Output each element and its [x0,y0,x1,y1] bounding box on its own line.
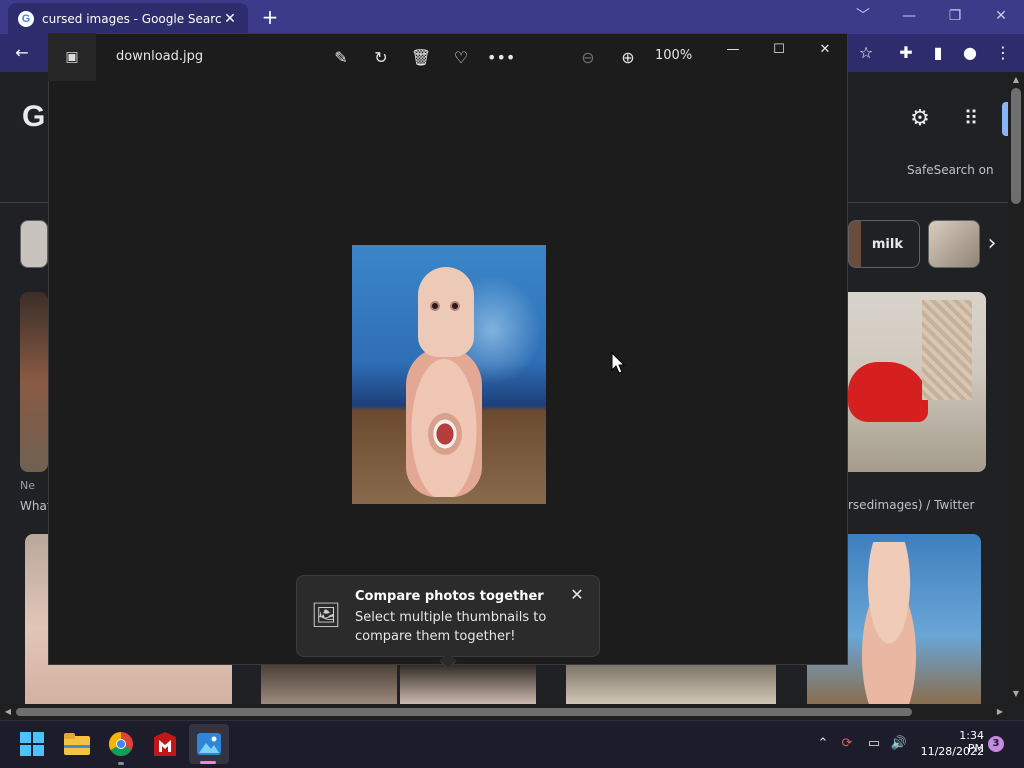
tab-close-icon[interactable]: ✕ [222,11,238,27]
scroll-up-arrow-icon[interactable]: ▲ [1008,72,1024,88]
viewer-close-button[interactable]: ✕ [802,38,848,62]
mouse-cursor-icon [611,352,625,374]
result-title[interactable]: rsedimages) / Twitter [848,498,974,512]
chrome-icon[interactable] [105,728,137,760]
browser-tab[interactable]: G cursed images - Google Search ✕ [8,3,248,34]
bookmark-star-icon[interactable]: ☆ [853,40,879,66]
tab-search-icon[interactable]: ﹀ [840,4,886,30]
restore-button[interactable]: ❐ [932,4,978,30]
result-source: Ne [20,479,35,492]
compare-photos-icon: 🖼 [310,601,342,629]
google-logo[interactable]: G [22,100,45,134]
show-hidden-icons-icon[interactable]: ⌃ [812,734,834,754]
result-image[interactable] [566,664,776,704]
viewer-minimize-button[interactable]: — [710,38,756,62]
result-image[interactable] [261,664,397,704]
tip-title: Compare photos together [355,589,544,604]
zoom-in-icon[interactable]: ⊕ [614,44,642,72]
photos-app-icon[interactable]: ▣ [48,33,96,81]
vertical-scroll-thumb[interactable] [1011,88,1021,204]
tip-close-icon[interactable]: ✕ [566,584,588,606]
tab-title: cursed images - Google Search [42,11,222,26]
back-arrow-icon[interactable]: ← [9,40,35,66]
result-title[interactable]: What [20,499,52,513]
favorite-heart-icon[interactable]: ♡ [447,44,475,72]
result-image[interactable] [400,664,536,704]
tip-body: Select multiple thumbnails to compare th… [355,610,547,644]
active-app-indicator [200,761,216,764]
google-favicon-icon: G [18,10,34,27]
clock-date[interactable]: 11/28/2022 [918,745,984,758]
file-explorer-icon[interactable] [61,728,93,760]
viewer-maximize-button[interactable]: ☐ [756,38,802,62]
related-search-chip[interactable] [20,220,48,268]
related-search-chip-milk[interactable]: milk [848,220,920,268]
result-image[interactable] [848,292,986,472]
volume-speaker-icon[interactable]: 🔊 [888,734,910,754]
chip-label: milk [871,236,903,252]
scroll-right-arrow-icon[interactable]: ▶ [992,704,1008,720]
notification-badge[interactable]: 3 [988,736,1004,752]
rotate-icon[interactable]: ↻ [367,44,395,72]
profile-avatar-icon[interactable]: ● [957,40,983,66]
google-apps-grid-icon[interactable]: ⠿ [956,106,984,134]
photos-taskbar-icon[interactable] [193,728,225,760]
file-name: download.jpg [116,49,204,64]
extensions-puzzle-icon[interactable]: ✚ [893,40,919,66]
new-tab-button[interactable]: + [258,6,282,28]
more-options-icon[interactable]: ••• [487,44,515,72]
scroll-left-arrow-icon[interactable]: ◀ [0,704,16,720]
running-indicator [118,762,124,765]
safesearch-toggle[interactable]: SafeSearch on [907,163,994,177]
network-icon[interactable]: ▭ [863,734,885,754]
scroll-down-arrow-icon[interactable]: ▼ [1008,686,1024,702]
side-panel-icon[interactable]: ▮ [925,40,951,66]
windows-start-icon[interactable] [16,728,48,760]
menu-kebab-icon[interactable]: ⋮ [990,40,1016,66]
result-image[interactable] [20,292,48,472]
minimize-button[interactable]: — [886,4,932,30]
mcafee-icon[interactable] [149,728,181,760]
related-search-chip-thumbnail[interactable] [928,220,980,268]
zoom-level[interactable]: 100% [655,48,692,63]
horizontal-scroll-thumb[interactable] [16,708,912,716]
close-window-button[interactable]: ✕ [978,4,1024,30]
edit-image-icon[interactable]: ✎ [327,44,355,72]
zoom-out-icon[interactable]: ⊖ [574,44,602,72]
settings-gear-icon[interactable]: ⚙ [906,106,934,134]
displayed-photo[interactable] [352,245,546,504]
delete-trash-icon[interactable]: 🗑 [407,44,435,72]
chevron-right-icon[interactable]: › [978,230,1006,258]
sync-status-icon[interactable]: ⟳ [836,734,858,754]
